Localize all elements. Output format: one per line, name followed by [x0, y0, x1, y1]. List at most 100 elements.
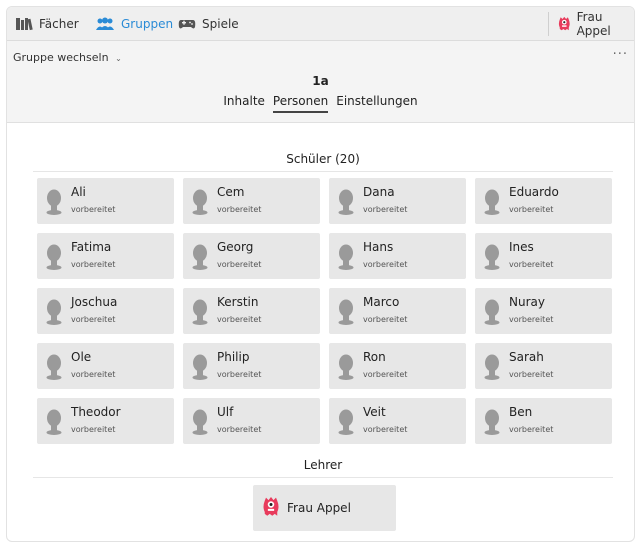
tab-personen[interactable]: Personen — [272, 94, 329, 113]
student-card[interactable]: Ron vorbereitet — [329, 343, 466, 389]
student-card[interactable]: Ines vorbereitet — [475, 233, 612, 279]
nav-divider — [548, 12, 549, 36]
nav-gruppen[interactable]: Gruppen — [95, 7, 173, 41]
student-status: vorbereitet — [509, 260, 554, 269]
group-header: Gruppe wechseln ⌄ ··· 1a Inhalte Persone… — [7, 41, 634, 123]
person-silhouette-icon — [46, 409, 62, 435]
student-status: vorbereitet — [509, 205, 554, 214]
student-name: Ines — [509, 240, 534, 254]
person-silhouette-icon — [192, 244, 208, 270]
student-card[interactable]: Hans vorbereitet — [329, 233, 466, 279]
student-card[interactable]: Kerstin vorbereitet — [183, 288, 320, 334]
student-name: Sarah — [509, 350, 544, 364]
teachers-title: Lehrer — [303, 458, 343, 472]
student-status: vorbereitet — [509, 425, 554, 434]
student-name: Cem — [217, 185, 245, 199]
student-card[interactable]: Cem vorbereitet — [183, 178, 320, 224]
student-status: vorbereitet — [363, 260, 408, 269]
student-card[interactable]: Nuray vorbereitet — [475, 288, 612, 334]
student-status: vorbereitet — [363, 370, 408, 379]
nav-faecher[interactable]: Fächer — [15, 7, 79, 41]
person-silhouette-icon — [484, 299, 500, 325]
nav-spiele[interactable]: Spiele — [178, 7, 239, 41]
user-name: Frau Appel — [576, 10, 611, 38]
student-card[interactable]: Sarah vorbereitet — [475, 343, 612, 389]
tab-bar: Inhalte Personen Einstellungen — [7, 94, 634, 113]
person-silhouette-icon — [46, 299, 62, 325]
group-name: 1a — [312, 74, 329, 88]
student-name: Georg — [217, 240, 254, 254]
student-name: Dana — [363, 185, 395, 199]
person-silhouette-icon — [338, 354, 354, 380]
student-name: Joschua — [71, 295, 118, 309]
student-name: Fatima — [71, 240, 112, 254]
monster-avatar-icon — [263, 497, 279, 516]
person-silhouette-icon — [338, 244, 354, 270]
nav-gruppen-label: Gruppen — [121, 17, 174, 31]
student-card[interactable]: Marco vorbereitet — [329, 288, 466, 334]
student-name: Ali — [71, 185, 86, 199]
person-silhouette-icon — [338, 299, 354, 325]
user-menu[interactable]: Frau Appel — [558, 7, 634, 41]
student-card[interactable]: Fatima vorbereitet — [37, 233, 174, 279]
student-status: vorbereitet — [71, 425, 116, 434]
student-status: vorbereitet — [71, 260, 116, 269]
person-silhouette-icon — [46, 189, 62, 215]
student-name: Ron — [363, 350, 386, 364]
person-silhouette-icon — [484, 409, 500, 435]
student-card[interactable]: Ali vorbereitet — [37, 178, 174, 224]
student-name: Veit — [363, 405, 386, 419]
person-silhouette-icon — [46, 244, 62, 270]
student-status: vorbereitet — [509, 370, 554, 379]
student-status: vorbereitet — [363, 425, 408, 434]
student-status: vorbereitet — [71, 315, 116, 324]
student-card[interactable]: Theodor vorbereitet — [37, 398, 174, 444]
tab-einstellungen[interactable]: Einstellungen — [336, 94, 417, 113]
more-options-button[interactable]: ··· — [613, 47, 628, 62]
switch-group-dropdown[interactable]: Gruppe wechseln ⌄ — [13, 51, 122, 64]
person-silhouette-icon — [46, 354, 62, 380]
student-status: vorbereitet — [217, 205, 262, 214]
students-title: Schüler (20) — [286, 152, 360, 166]
student-name: Ben — [509, 405, 533, 419]
student-card[interactable]: Philip vorbereitet — [183, 343, 320, 389]
student-status: vorbereitet — [217, 425, 262, 434]
person-silhouette-icon — [484, 244, 500, 270]
nav-spiele-label: Spiele — [202, 17, 239, 31]
student-status: vorbereitet — [71, 205, 116, 214]
student-name: Nuray — [509, 295, 545, 309]
student-name: Philip — [217, 350, 250, 364]
person-silhouette-icon — [192, 354, 208, 380]
student-status: vorbereitet — [363, 205, 408, 214]
teacher-card[interactable]: Frau Appel — [253, 485, 396, 531]
person-silhouette-icon — [338, 189, 354, 215]
student-name: Hans — [363, 240, 394, 254]
nav-faecher-label: Fächer — [39, 17, 79, 31]
student-card[interactable]: Dana vorbereitet — [329, 178, 466, 224]
student-status: vorbereitet — [509, 315, 554, 324]
student-card[interactable]: Georg vorbereitet — [183, 233, 320, 279]
divider — [33, 171, 613, 172]
student-card[interactable]: Eduardo vorbereitet — [475, 178, 612, 224]
student-name: Marco — [363, 295, 400, 309]
student-card[interactable]: Ben vorbereitet — [475, 398, 612, 444]
student-name: Eduardo — [509, 185, 559, 199]
student-grid: Ali vorbereitet Cem vorbereitet Dana vorberei… — [37, 178, 612, 444]
person-silhouette-icon — [192, 409, 208, 435]
tab-inhalte[interactable]: Inhalte — [223, 94, 265, 113]
person-silhouette-icon — [484, 189, 500, 215]
app-window: Fächer Gruppen Spiele Frau Appel Gruppe … — [6, 6, 635, 542]
student-status: vorbereitet — [217, 370, 262, 379]
student-card[interactable]: Veit vorbereitet — [329, 398, 466, 444]
student-card[interactable]: Ulf vorbereitet — [183, 398, 320, 444]
gamepad-icon — [178, 20, 196, 29]
student-name: Theodor — [71, 405, 121, 419]
student-status: vorbereitet — [363, 315, 408, 324]
person-silhouette-icon — [192, 189, 208, 215]
teacher-name: Frau Appel — [287, 501, 351, 515]
monster-avatar-icon — [558, 16, 570, 31]
student-card[interactable]: Joschua vorbereitet — [37, 288, 174, 334]
student-card[interactable]: Ole vorbereitet — [37, 343, 174, 389]
person-silhouette-icon — [484, 354, 500, 380]
students-heading: Schüler (20) — [33, 152, 613, 172]
